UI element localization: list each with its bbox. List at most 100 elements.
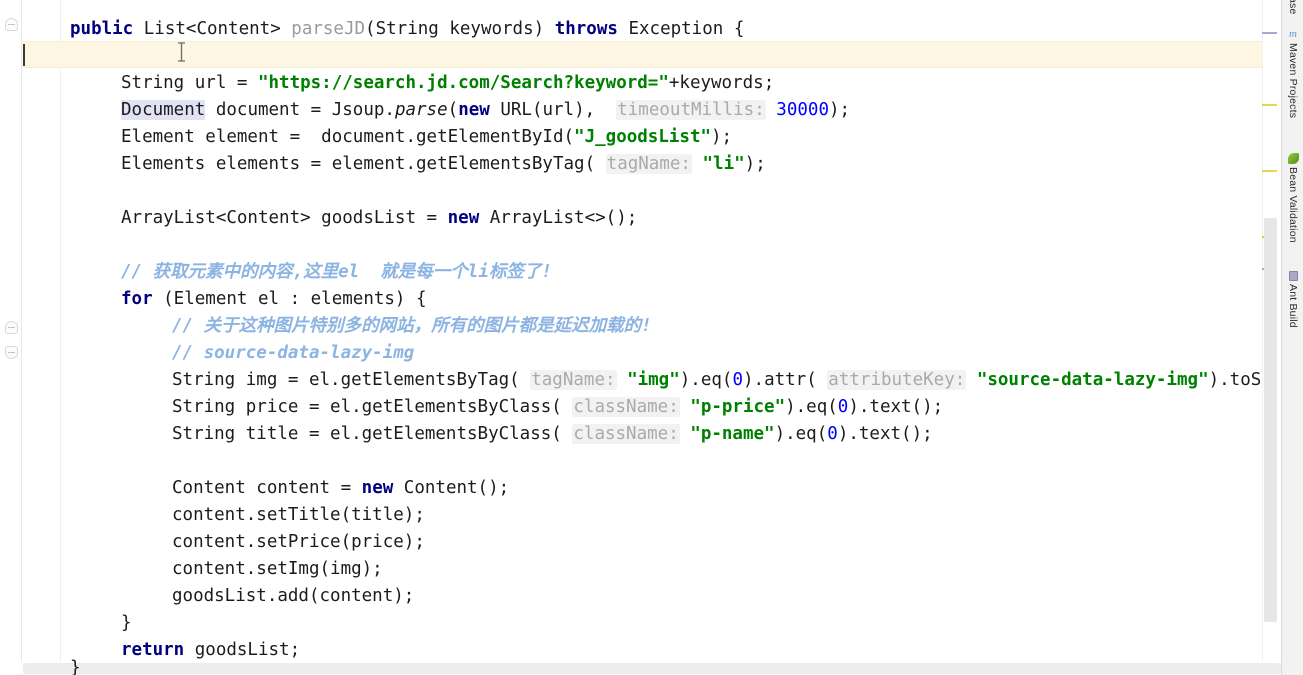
code-line: for (Element el : elements) {: [121, 286, 427, 313]
code-token: public: [70, 19, 134, 39]
code-token: 30000: [776, 100, 829, 120]
code-token: throws: [554, 19, 618, 39]
code-token: "source-data-lazy-img": [976, 370, 1209, 390]
code-token: new: [447, 208, 480, 228]
code-token: Content();: [393, 478, 510, 498]
code-editor-window: public List<Content> parseJD(String keyw…: [0, 0, 1303, 675]
tool-window-tab-bean-validation[interactable]: Bean Validation: [1282, 150, 1303, 243]
indent-guide: [60, 0, 61, 662]
code-token: Element element = document.getElementByI…: [121, 127, 575, 147]
code-token: "img": [627, 370, 680, 390]
code-line: Content content = new Content();: [172, 475, 509, 502]
code-line: Document document = Jsoup.parse(new URL(…: [121, 97, 850, 124]
code-token: timeoutMillis:: [616, 100, 766, 120]
code-token: new: [361, 478, 394, 498]
scrollbar-marker[interactable]: [1262, 104, 1277, 106]
code-line: content.setTitle(title);: [172, 502, 425, 529]
code-token: String title = el.getElementsByClass(: [172, 424, 573, 444]
code-token: tagName:: [530, 370, 617, 390]
code-line: // 关于这种图片特别多的网站，所有的图片都是延迟加载的!: [172, 313, 652, 340]
code-token: 0: [732, 370, 743, 390]
code-token: String img = el.getElementsByTag(: [172, 370, 531, 390]
code-token: return: [121, 640, 185, 660]
tool-window-tab-maven-projects[interactable]: m Maven Projects: [1282, 26, 1303, 119]
code-line: content.setImg(img);: [172, 556, 383, 583]
current-line-highlight: [22, 41, 1262, 68]
code-token: "p-price": [690, 397, 786, 417]
text-caret: [23, 44, 25, 66]
code-token: parse: [394, 100, 448, 120]
code-token: "li": [702, 154, 745, 174]
code-token: }: [121, 613, 132, 633]
code-token: className:: [572, 397, 680, 417]
right-tool-window-bar: ase m Maven Projects Bean Validation Ant Bui…: [1281, 0, 1303, 675]
scrollbar-marker[interactable]: [1262, 32, 1277, 34]
code-token: Content content =: [172, 478, 362, 498]
tool-window-tab-label: Maven Projects: [1287, 43, 1299, 119]
horizontal-scrollbar-thumb[interactable]: [23, 663, 1281, 674]
code-fold-expand-icon[interactable]: [5, 346, 18, 359]
code-token: ArrayList<>();: [479, 208, 638, 228]
code-token: ArrayList<Content> goodsList =: [121, 208, 448, 228]
ant-icon: [1288, 271, 1298, 281]
tool-window-tab-label: ase: [1287, 0, 1299, 15]
code-token: (Element el : elements) {: [152, 289, 427, 309]
code-fold-collapse-icon[interactable]: [5, 18, 18, 31]
code-line: String title = el.getElementsByClass( cl…: [172, 421, 933, 448]
code-token: goodsList;: [184, 640, 301, 660]
code-token: (: [447, 100, 459, 120]
code-token: List<Content>: [143, 19, 281, 39]
code-token: className:: [572, 424, 680, 444]
closing-brace-peek: }: [70, 658, 81, 675]
leaf-icon: [1287, 153, 1299, 164]
code-token: String url =: [121, 73, 258, 93]
code-token: "J_goodsList": [574, 127, 712, 147]
code-line: // source-data-lazy-img: [172, 340, 414, 367]
code-token: for: [121, 289, 153, 309]
code-line: String url = "https://search.jd.com/Sear…: [121, 70, 774, 97]
code-token: 0: [827, 424, 838, 444]
tool-window-tab-label: Ant Build: [1287, 284, 1299, 328]
code-token: Document: [121, 100, 206, 120]
scrollbar-marker[interactable]: [1262, 170, 1277, 172]
vertical-scrollbar-thumb[interactable]: [1264, 218, 1277, 622]
code-token: content.setTitle(title);: [172, 505, 425, 525]
tool-window-tab-ant-build[interactable]: Ant Build: [1282, 268, 1303, 328]
code-line: ArrayList<Content> goodsList = new Array…: [121, 205, 637, 232]
tool-window-tab-label: Bean Validation: [1287, 167, 1299, 243]
tool-window-tab-ase[interactable]: ase: [1282, 0, 1303, 15]
code-token: document = Jsoup.: [205, 100, 395, 120]
code-token: ).eq(: [785, 397, 838, 417]
code-token: ).eq(: [679, 370, 733, 390]
code-token: ).attr(: [743, 370, 828, 390]
code-line: return goodsList;: [121, 637, 300, 662]
code-token: content.setPrice(price);: [172, 532, 425, 552]
code-fold-collapse-icon[interactable]: [5, 321, 18, 334]
code-token: // source-data-lazy-img: [172, 343, 415, 363]
code-line: }: [121, 610, 132, 637]
code-token: String price = el.getElementsByClass(: [172, 397, 573, 417]
code-token: );: [828, 100, 851, 120]
code-token: goodsList.add(content);: [172, 586, 415, 606]
maven-icon: m: [1289, 28, 1297, 40]
code-line: String price = el.getElementsByClass( cl…: [172, 394, 943, 421]
code-token: // 获取元素中的内容,这里el 就是每一个li标签了!: [121, 262, 552, 282]
code-line: Elements elements = element.getElementsB…: [121, 151, 766, 178]
code-line: Element element = document.getElementByI…: [121, 124, 732, 151]
code-token: ).eq(: [774, 424, 828, 444]
code-token: tagName:: [605, 154, 692, 174]
code-token: );: [711, 127, 733, 147]
editor-gutter: [0, 0, 22, 675]
code-token: 0: [837, 397, 849, 417]
i-beam-cursor-icon: [176, 42, 187, 62]
code-token: Elements elements = element.getElementsB…: [121, 154, 606, 174]
code-token: "https://search.jd.com/Search?keyword=": [257, 73, 669, 93]
code-token: new: [458, 100, 490, 120]
editor-text-area[interactable]: public List<Content> parseJD(String keyw…: [22, 0, 1262, 662]
